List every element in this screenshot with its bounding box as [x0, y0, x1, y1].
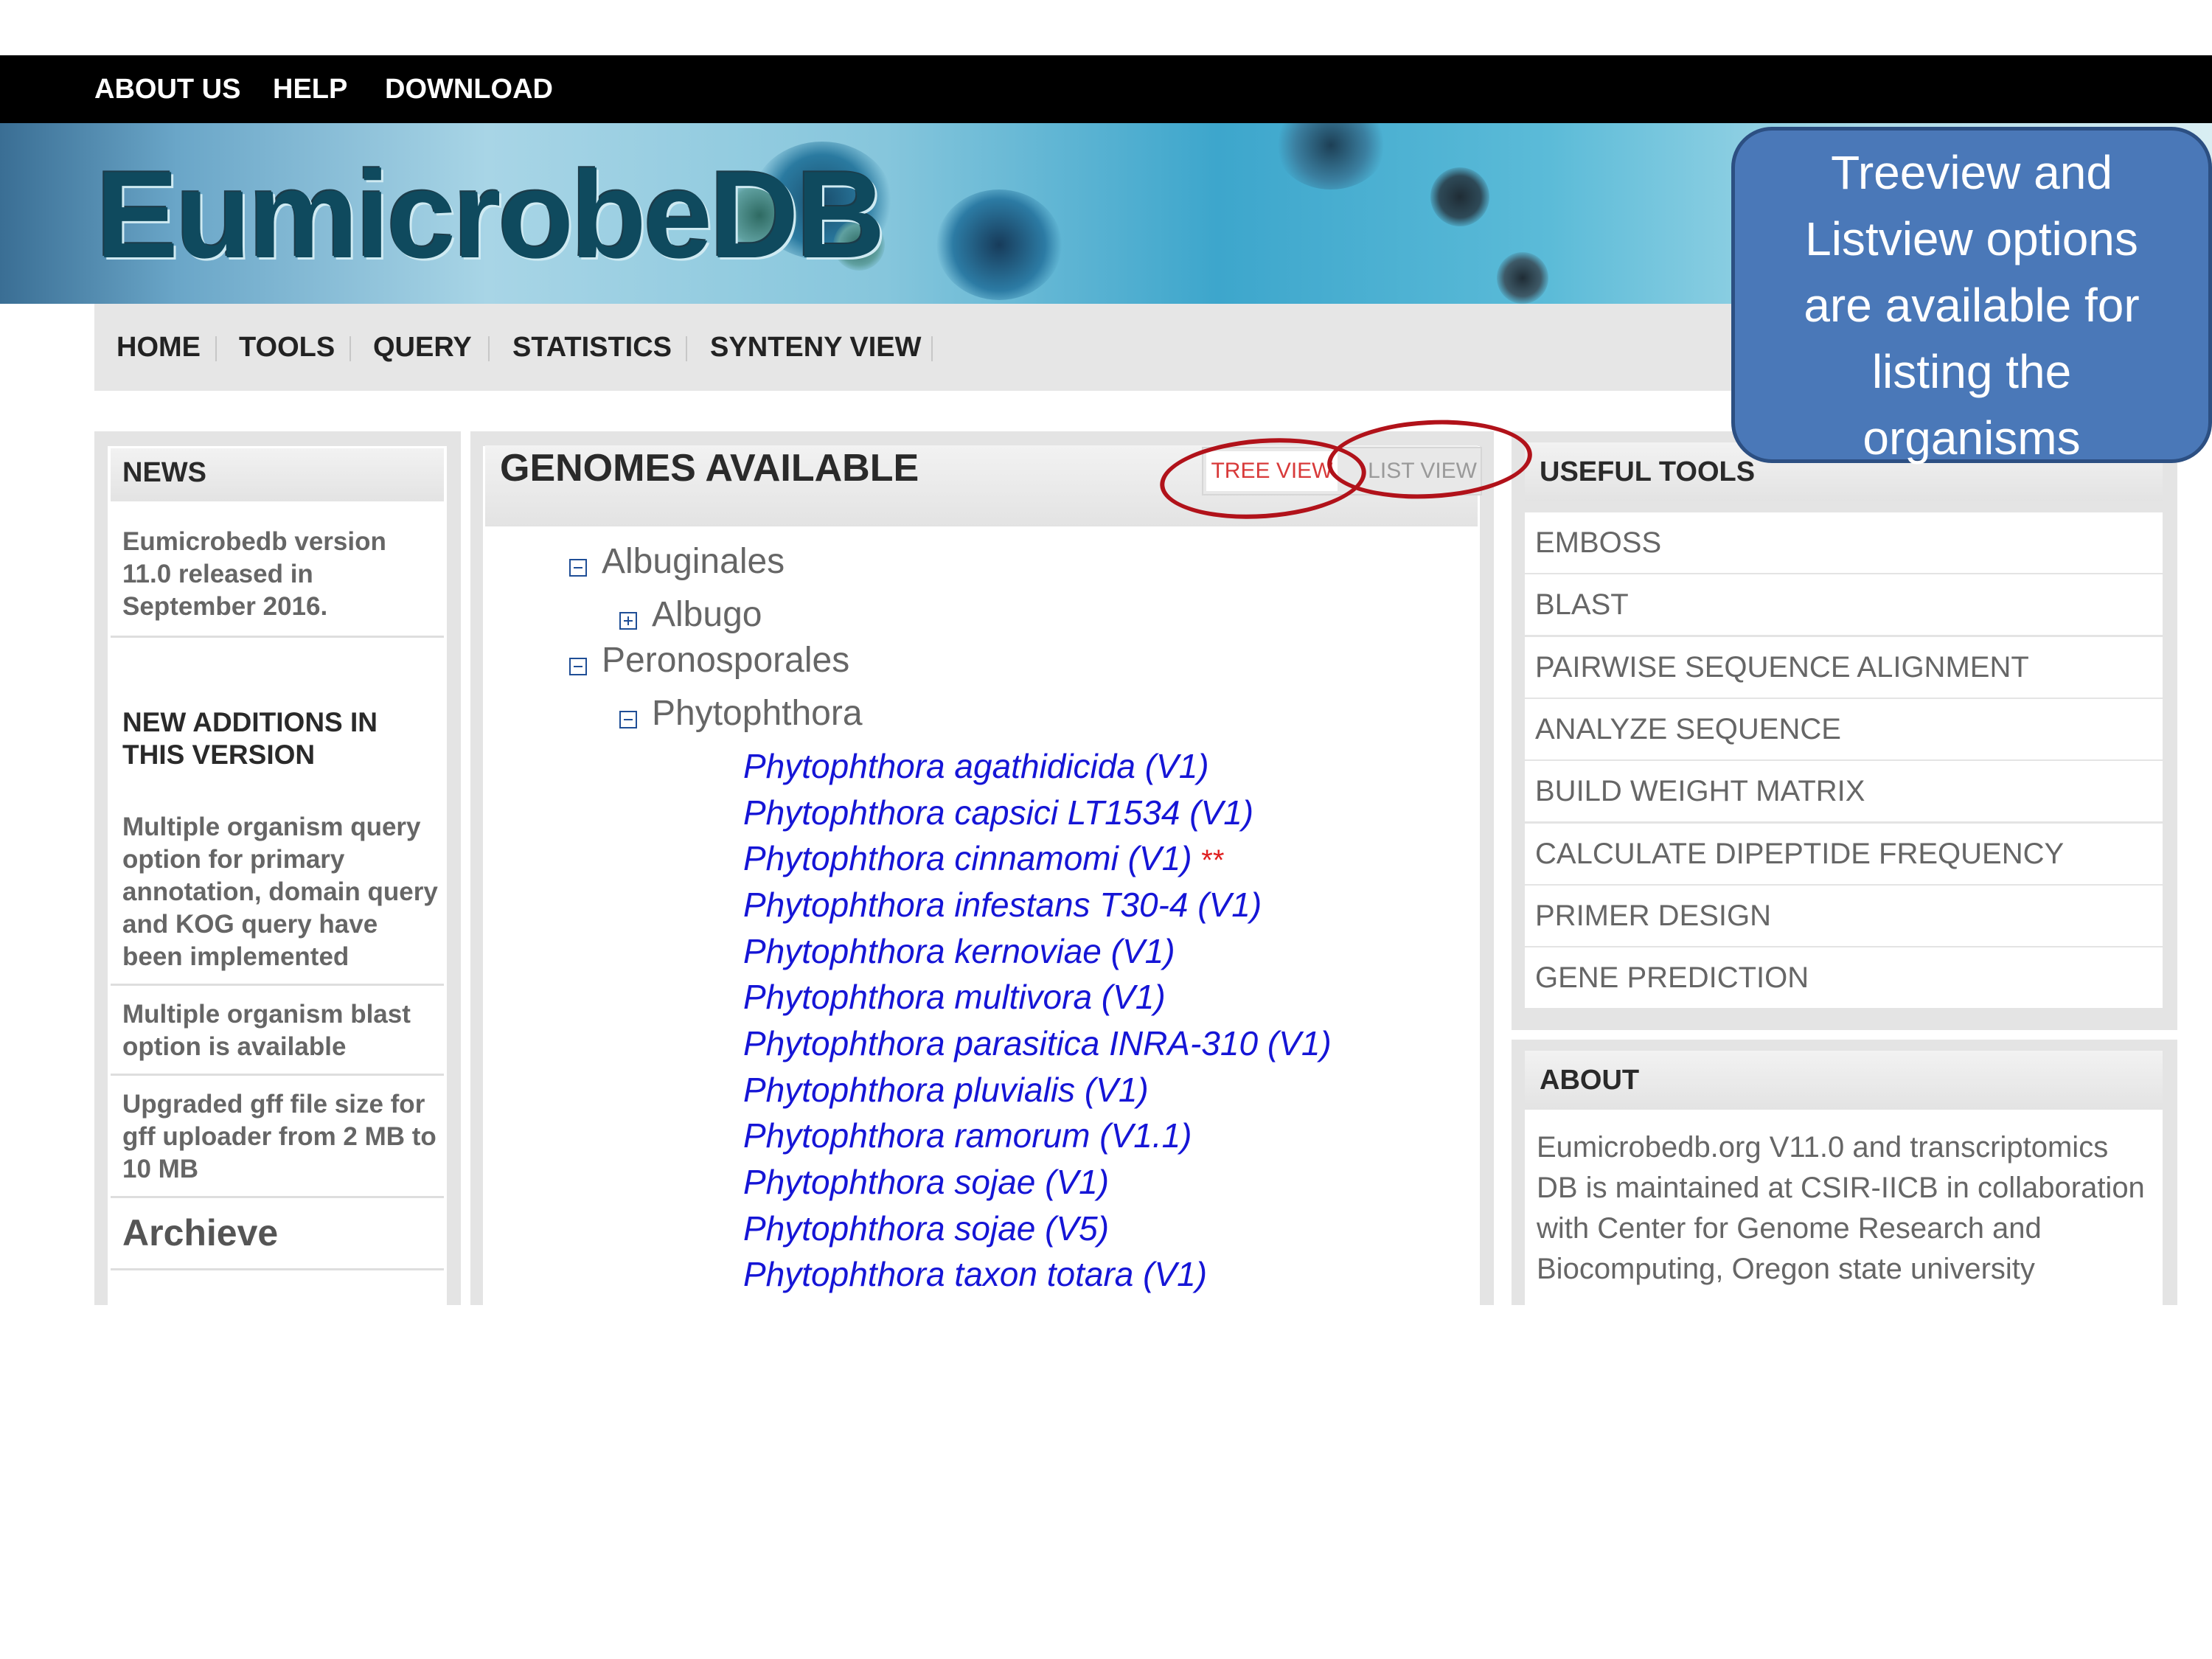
species-link[interactable]: Phytophthora cinnamomi (V1) ** [743, 838, 1224, 878]
news-item: Multiple organism blast option is availa… [122, 1000, 411, 1061]
tool-emboss[interactable]: EMBOSS [1525, 512, 2163, 573]
tool-label: ANALYZE SEQUENCE [1535, 713, 1841, 745]
genomes-title: GENOMES AVAILABLE [500, 447, 919, 490]
callout-line: Listview options [1805, 212, 2138, 265]
tool-analyze-sequence[interactable]: ANALYZE SEQUENCE [1525, 699, 2163, 759]
annotation-callout: Treeview and Listview options are availa… [1731, 127, 2212, 465]
news-item: Multiple organism query option for prima… [122, 813, 438, 971]
callout-line: listing the [1871, 345, 2072, 398]
collapse-icon[interactable] [569, 658, 587, 675]
tool-blast[interactable]: BLAST [1525, 574, 2163, 635]
nav-home[interactable]: HOME [116, 304, 201, 391]
tool-build-weight-matrix[interactable]: BUILD WEIGHT MATRIX [1525, 761, 2163, 821]
top-bar: ABOUT US HELP DOWNLOAD [0, 55, 2212, 123]
species-link[interactable]: Phytophthora agathidicida (V1) [743, 746, 1209, 786]
tool-primer-design[interactable]: PRIMER DESIGN [1525, 886, 2163, 946]
news-archive-link[interactable]: Archieve [122, 1209, 278, 1256]
nav-query[interactable]: QUERY [373, 304, 472, 391]
nav-divider [488, 336, 490, 361]
tool-label: PRIMER DESIGN [1535, 900, 1772, 932]
species-link[interactable]: Phytophthora multivora (V1) [743, 977, 1166, 1017]
about-panel: ABOUT Eumicrobedb.org V11.0 and transcri… [1525, 1051, 2163, 1305]
news-title: NEWS [122, 457, 206, 488]
nav-tools[interactable]: TOOLS [239, 304, 335, 391]
divider [111, 1074, 444, 1076]
tool-label: GENE PREDICTION [1535, 961, 1809, 994]
about-text: Eumicrobedb.org V11.0 and transcriptomic… [1537, 1131, 2145, 1285]
nav-divider [931, 336, 933, 361]
divider [111, 1196, 444, 1198]
divider [111, 636, 444, 638]
news-item: Upgraded gff file size for gff uploader … [122, 1090, 437, 1183]
nav-synteny-view[interactable]: SYNTENY VIEW [710, 304, 921, 391]
about-title: ABOUT [1540, 1065, 1640, 1096]
divider [111, 1268, 444, 1270]
callout-line: Treeview and [1831, 146, 2112, 199]
species-link[interactable]: Phytophthora taxon totara (V1) [743, 1254, 1207, 1294]
nav-divider [215, 336, 217, 361]
nav-divider [686, 336, 687, 361]
site-logo[interactable]: EumicrobeDB [96, 144, 886, 286]
species-link[interactable]: Phytophthora infestans T30-4 (V1) [743, 885, 1262, 925]
expand-icon[interactable] [619, 612, 637, 630]
tool-pairwise-alignment[interactable]: PAIRWISE SEQUENCE ALIGNMENT [1525, 637, 2163, 698]
species-name: Phytophthora cinnamomi (V1) [743, 839, 1192, 877]
tool-label: EMBOSS [1535, 526, 1662, 559]
callout-line: organisms [1863, 411, 2081, 465]
nav-help-link[interactable]: HELP [273, 55, 347, 123]
tool-label: PAIRWISE SEQUENCE ALIGNMENT [1535, 651, 2029, 684]
nav-about-us-link[interactable]: ABOUT US [94, 55, 240, 123]
tool-label: BLAST [1535, 588, 1629, 621]
tree-node-peronosporales[interactable]: Peronosporales [602, 640, 849, 681]
collapse-icon[interactable] [619, 711, 637, 728]
species-link[interactable]: Phytophthora sojae (V1) [743, 1162, 1109, 1202]
nav-statistics[interactable]: STATISTICS [512, 304, 672, 391]
tree-node-albugo[interactable]: Albugo [652, 594, 762, 635]
news-additions-title: NEW ADDITIONS IN THIS VERSION [122, 707, 378, 770]
nav-divider [349, 336, 351, 361]
tools-title: USEFUL TOOLS [1540, 456, 1756, 487]
tool-label: BUILD WEIGHT MATRIX [1535, 775, 1865, 807]
species-link[interactable]: Phytophthora ramorum (V1.1) [743, 1116, 1192, 1155]
new-genome-marker: ** [1201, 844, 1225, 877]
species-link[interactable]: Phytophthora parasitica INRA-310 (V1) [743, 1023, 1332, 1063]
nav-download-link[interactable]: DOWNLOAD [385, 55, 553, 123]
species-link[interactable]: Phytophthora kernoviae (V1) [743, 931, 1175, 971]
species-link[interactable]: Phytophthora sojae (V5) [743, 1208, 1109, 1248]
divider [111, 984, 444, 986]
tree-node-phytophthora[interactable]: Phytophthora [652, 693, 863, 734]
species-link[interactable]: Phytophthora pluvialis (V1) [743, 1070, 1149, 1110]
tool-gene-prediction[interactable]: GENE PREDICTION [1525, 947, 2163, 1008]
tool-label: CALCULATE DIPEPTIDE FREQUENCY [1535, 838, 2065, 870]
news-release-text: Eumicrobedb version 11.0 released in Sep… [122, 527, 386, 621]
species-link[interactable]: Phytophthora capsici LT1534 (V1) [743, 793, 1253, 832]
tree-node-albuginales[interactable]: Albuginales [602, 541, 785, 582]
callout-line: are available for [1804, 279, 2140, 332]
collapse-icon[interactable] [569, 559, 587, 577]
tool-dipeptide-frequency[interactable]: CALCULATE DIPEPTIDE FREQUENCY [1525, 824, 2163, 884]
